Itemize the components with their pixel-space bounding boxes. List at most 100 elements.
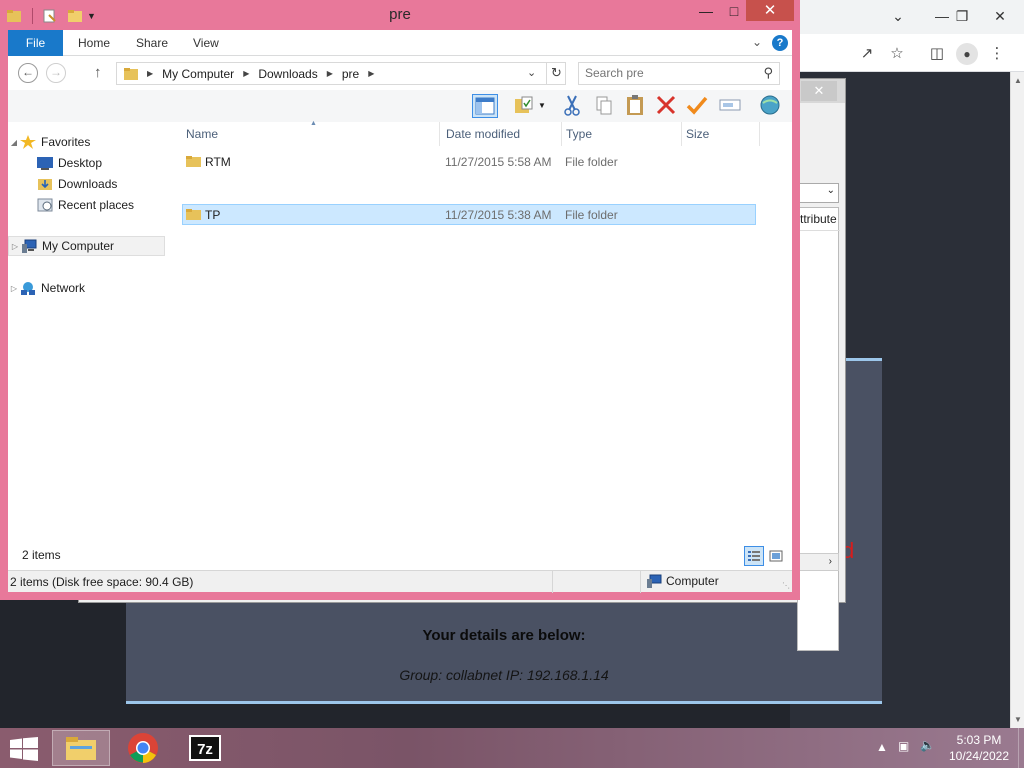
nav-desktop[interactable]: Desktop (37, 153, 102, 173)
network-globe-button[interactable] (758, 94, 784, 118)
file-row-selected[interactable]: TP 11/27/2015 5:38 AM File folder (182, 204, 756, 225)
nav-my-computer[interactable]: ▷ My Computer (8, 236, 165, 256)
column-header-date-modified[interactable]: Date modified (442, 122, 562, 146)
breadcrumb-my-computer[interactable]: My Computer (162, 67, 234, 81)
column-header-size[interactable]: Size (682, 122, 760, 146)
chrome-icon (128, 733, 158, 763)
nav-downloads[interactable]: Downloads (37, 174, 117, 194)
recent-places-icon (37, 198, 53, 212)
delete-x-icon (656, 95, 676, 115)
attribute-column-header: ttribute (800, 212, 837, 226)
breadcrumb-arrow-icon[interactable]: ▶ (243, 69, 249, 78)
rename-button[interactable] (718, 94, 744, 118)
network-tray-icon[interactable]: ▣ (898, 739, 909, 753)
up-arrow-button[interactable]: ↑ (94, 64, 102, 81)
maximize-button[interactable]: □ (720, 2, 748, 22)
file-type: File folder (565, 208, 618, 222)
column-header-name[interactable]: Name (182, 122, 440, 146)
collapse-arrow-icon[interactable]: ◢ (8, 138, 20, 147)
tab-home[interactable]: Home (64, 30, 124, 56)
chevron-down-icon[interactable]: ⌄ (886, 6, 910, 26)
file-type: File folder (565, 155, 618, 169)
nav-label: Downloads (58, 177, 118, 191)
paste-button[interactable] (623, 94, 649, 118)
back-button[interactable]: ← (18, 63, 38, 83)
help-button[interactable]: ? (772, 35, 788, 51)
file-row[interactable]: RTM 11/27/2015 5:58 AM File folder (182, 152, 756, 173)
breadcrumb-downloads[interactable]: Downloads (258, 67, 317, 81)
taskbar-clock[interactable]: 5:03 PM 10/24/2022 (944, 732, 1014, 764)
folder-icon (186, 208, 201, 222)
tab-file[interactable]: File (8, 30, 63, 56)
column-header-type[interactable]: Type (562, 122, 682, 146)
window-title: pre (389, 6, 411, 23)
expand-arrow-icon[interactable]: ▷ (8, 284, 20, 293)
resize-grip-icon[interactable]: ⋱ (782, 581, 790, 590)
properties-list[interactable]: ttribute (797, 207, 840, 651)
tab-share[interactable]: Share (122, 30, 182, 56)
delete-button[interactable] (654, 94, 680, 118)
explorer-client-area: File Home Share View ⌄ ? ← → ↑ ▶ My Comp… (8, 30, 792, 593)
volume-icon[interactable]: 🔈 (920, 738, 935, 752)
preview-pane-button[interactable] (472, 94, 498, 118)
copy-icon (596, 96, 612, 115)
windows-start-icon[interactable] (10, 737, 38, 761)
search-icon[interactable]: ⚲ (763, 65, 773, 81)
chrome-toolbar: ↗ ☆ ◫ ● ⋮ (790, 34, 1024, 72)
show-hidden-icons-chevron-icon[interactable]: ▲ (876, 740, 888, 754)
large-icons-view-button[interactable] (766, 546, 786, 566)
web-group-ip-text: Group: collabnet IP: 192.168.1.14 (399, 667, 609, 683)
clock-date: 10/24/2022 (948, 749, 1010, 763)
share-icon[interactable]: ↗ (856, 43, 878, 65)
computer-icon (22, 239, 37, 253)
confirm-button[interactable] (685, 94, 711, 118)
svg-text:7z: 7z (197, 741, 213, 758)
properties-folder-button[interactable] (512, 94, 538, 118)
nav-recent-places[interactable]: Recent places (37, 195, 134, 215)
scroll-up-arrow-icon[interactable]: ▲ (1014, 76, 1022, 85)
breadcrumb-arrow-icon[interactable]: ▶ (147, 69, 153, 78)
properties-dropdown[interactable]: ⌄ (797, 183, 839, 203)
scroll-down-arrow-icon[interactable]: ▼ (1014, 715, 1022, 724)
search-input[interactable] (585, 63, 755, 83)
breadcrumb-arrow-icon[interactable]: ▶ (327, 69, 333, 78)
search-box[interactable]: ⚲ (578, 62, 780, 85)
chrome-close-button[interactable]: ✕ (988, 6, 1012, 26)
expand-arrow-icon[interactable]: ▷ (9, 242, 21, 251)
nav-network[interactable]: ▷ Network (8, 278, 85, 298)
navigation-bar: ← → ↑ ▶ My Computer ▶ Downloads ▶ pre ▶ … (8, 56, 792, 90)
taskbar-chrome[interactable] (114, 730, 172, 766)
properties-close-button[interactable]: ✕ (801, 81, 837, 101)
side-panel-icon[interactable]: ◫ (926, 43, 948, 65)
navigation-pane: ◢ Favorites Desktop Downloads Recent pla… (8, 122, 166, 570)
breadcrumb-pre[interactable]: pre (342, 67, 359, 81)
taskbar-file-explorer[interactable] (52, 730, 110, 766)
chevron-down-icon[interactable]: ▼ (538, 94, 550, 118)
show-desktop-button[interactable] (1018, 728, 1024, 768)
cut-button[interactable] (560, 94, 586, 118)
nav-label: Desktop (58, 156, 103, 170)
taskbar-7zip[interactable]: 7z (176, 730, 234, 766)
chrome-restore-button[interactable]: ❐ (950, 6, 974, 26)
bookmark-star-icon[interactable]: ☆ (886, 43, 908, 65)
address-bar[interactable]: ▶ My Computer ▶ Downloads ▶ pre ▶ ⌄ ↻ (116, 62, 566, 85)
forward-button[interactable]: → (46, 63, 66, 83)
close-button[interactable]: ✕ (746, 0, 794, 21)
minimize-button[interactable]: — (692, 2, 720, 22)
chrome-menu-icon[interactable]: ⋮ (986, 43, 1008, 65)
breadcrumb-arrow-icon[interactable]: ▶ (368, 69, 374, 78)
copy-button[interactable] (592, 94, 618, 118)
properties-hscroll-right[interactable]: › (797, 553, 839, 571)
file-name: RTM (205, 155, 231, 169)
refresh-icon[interactable]: ↻ (546, 63, 566, 84)
folder-icon (186, 155, 201, 169)
layout-pane-icon (475, 97, 495, 115)
expand-ribbon-chevron-icon[interactable]: ⌄ (752, 35, 762, 49)
details-view-button[interactable] (744, 546, 764, 566)
nav-favorites[interactable]: ◢ Favorites (8, 132, 90, 152)
address-history-chevron-icon[interactable]: ⌄ (527, 66, 536, 79)
profile-avatar-icon[interactable]: ● (956, 43, 978, 65)
chrome-scrollbar[interactable]: ▲ ▼ (1010, 72, 1024, 728)
large-icons-view-icon (769, 550, 783, 562)
tab-view[interactable]: View (179, 30, 233, 56)
